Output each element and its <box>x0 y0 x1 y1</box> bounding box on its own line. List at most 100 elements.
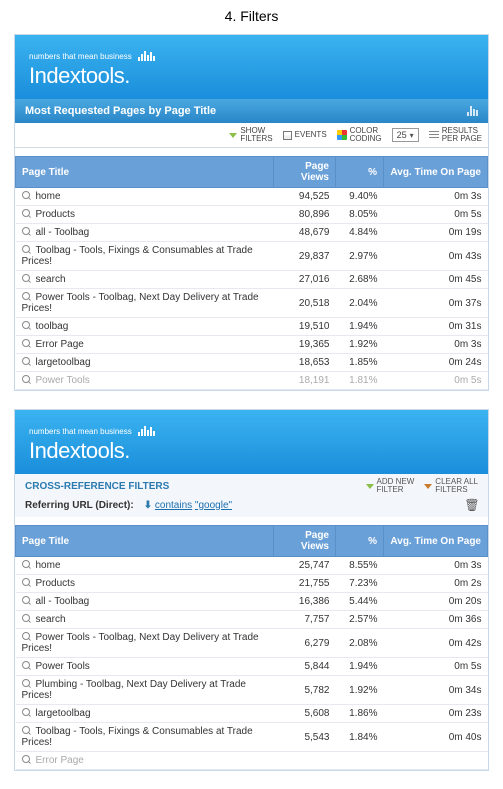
magnifier-icon <box>22 321 32 331</box>
add-filter-label: ADD NEW FILTER <box>377 478 415 494</box>
table-row[interactable]: search7,7572.57%0m 36s <box>16 611 488 629</box>
table-row[interactable]: largetoolbag5,6081.86%0m 23s <box>16 705 488 723</box>
table-row[interactable]: Power Tools18,1911.81%0m 5s <box>16 372 488 390</box>
report-panel-filtered: numbers that mean business Indextools. C… <box>14 409 489 771</box>
table-row[interactable]: Power Tools - Toolbag, Next Day Delivery… <box>16 629 488 658</box>
magnifier-icon <box>22 227 32 237</box>
cell-time: 0m 37s <box>384 289 488 318</box>
cell-pct: 2.97% <box>336 242 384 271</box>
cell-pct: 1.94% <box>336 658 384 676</box>
cell-title: Error Page <box>16 336 274 354</box>
table-row[interactable]: home94,5259.40%0m 3s <box>16 188 488 206</box>
table-row[interactable]: Plumbing - Toolbag, Next Day Delivery at… <box>16 676 488 705</box>
table-row[interactable]: Power Tools - Toolbag, Next Day Delivery… <box>16 289 488 318</box>
results-table: Page Title Page Views % Avg. Time On Pag… <box>15 525 488 770</box>
table-row[interactable]: Error Page <box>16 752 488 770</box>
delete-filter-button[interactable]: 🗑 <box>466 499 478 511</box>
cell-pct: 2.57% <box>336 611 384 629</box>
active-filter-row: Referring URL (Direct): ⬇ contains "goog… <box>15 496 488 517</box>
cell-views: 7,757 <box>274 611 336 629</box>
table-row[interactable]: home25,7478.55%0m 3s <box>16 557 488 575</box>
magnifier-icon <box>22 375 32 385</box>
calendar-icon <box>283 131 292 140</box>
filter-condition[interactable]: ⬇ contains "google" <box>144 500 232 511</box>
trash-icon: 🗑 <box>464 498 479 512</box>
magnifier-icon <box>22 245 32 255</box>
table-row[interactable]: Products80,8968.05%0m 5s <box>16 206 488 224</box>
col-avg-time[interactable]: Avg. Time On Page <box>384 526 488 557</box>
col-avg-time[interactable]: Avg. Time On Page <box>384 157 488 188</box>
cell-views: 25,747 <box>274 557 336 575</box>
cell-views: 16,386 <box>274 593 336 611</box>
table-row[interactable]: all - Toolbag16,3865.44%0m 20s <box>16 593 488 611</box>
cell-title: Plumbing - Toolbag, Next Day Delivery at… <box>16 676 274 705</box>
magnifier-icon <box>22 209 32 219</box>
logo-bars-icon <box>138 424 155 436</box>
cell-pct: 1.92% <box>336 336 384 354</box>
magnifier-icon <box>22 357 32 367</box>
cell-title: all - Toolbag <box>16 224 274 242</box>
cell-title: largetoolbag <box>16 705 274 723</box>
table-row[interactable]: Products21,7557.23%0m 2s <box>16 575 488 593</box>
table-row[interactable]: all - Toolbag48,6794.84%0m 19s <box>16 224 488 242</box>
col-page-views[interactable]: Page Views <box>274 526 336 557</box>
per-page-select[interactable]: 25▾ <box>392 128 419 142</box>
color-coding-button[interactable]: COLOR CODING <box>337 127 382 143</box>
cell-pct: 1.86% <box>336 705 384 723</box>
cell-views: 48,679 <box>274 224 336 242</box>
magnifier-icon <box>22 339 32 349</box>
col-page-title[interactable]: Page Title <box>16 157 274 188</box>
cell-time: 0m 20s <box>384 593 488 611</box>
cell-pct: 1.85% <box>336 354 384 372</box>
col-page-title[interactable]: Page Title <box>16 526 274 557</box>
table-row[interactable]: Toolbag - Tools, Fixings & Consumables a… <box>16 242 488 271</box>
cell-pct: 9.40% <box>336 188 384 206</box>
funnel-icon <box>229 133 237 138</box>
report-title-bar: Most Requested Pages by Page Title <box>15 99 488 123</box>
cell-views: 80,896 <box>274 206 336 224</box>
clear-filters-label: CLEAR ALL FILTERS <box>435 478 478 494</box>
cell-views: 20,518 <box>274 289 336 318</box>
cell-views: 27,016 <box>274 271 336 289</box>
magnifier-icon <box>22 191 32 201</box>
cell-time: 0m 3s <box>384 336 488 354</box>
table-row[interactable]: largetoolbag18,6531.85%0m 24s <box>16 354 488 372</box>
per-page-value: 25 <box>397 130 407 140</box>
col-page-views[interactable]: Page Views <box>274 157 336 188</box>
show-filters-label: SHOW FILTERS <box>240 127 272 143</box>
cell-views: 18,191 <box>274 372 336 390</box>
table-row[interactable]: search27,0162.68%0m 45s <box>16 271 488 289</box>
cell-time: 0m 36s <box>384 611 488 629</box>
table-row[interactable]: toolbag19,5101.94%0m 31s <box>16 318 488 336</box>
brand-banner: numbers that mean business Indextools. <box>15 410 488 474</box>
report-panel-unfiltered: numbers that mean business Indextools. M… <box>14 34 489 391</box>
cell-views: 6,279 <box>274 629 336 658</box>
cell-time: 0m 5s <box>384 658 488 676</box>
funnel-clear-icon <box>424 484 432 489</box>
tagline-text: numbers that mean business <box>29 52 132 61</box>
table-row[interactable]: Error Page19,3651.92%0m 3s <box>16 336 488 354</box>
brand-banner: numbers that mean business Indextools. <box>15 35 488 99</box>
page-heading: 4. Filters <box>0 0 503 30</box>
events-button[interactable]: EVENTS <box>283 131 327 140</box>
show-filters-button[interactable]: SHOW FILTERS <box>229 127 272 143</box>
tagline-text: numbers that mean business <box>29 427 132 436</box>
clear-filters-button[interactable]: CLEAR ALL FILTERS <box>424 478 478 494</box>
cell-time: 0m 3s <box>384 188 488 206</box>
table-row[interactable]: Toolbag - Tools, Fixings & Consumables a… <box>16 723 488 752</box>
col-percent[interactable]: % <box>336 157 384 188</box>
brand-name: Indextools. <box>29 63 474 89</box>
add-filter-button[interactable]: ADD NEW FILTER <box>366 478 415 494</box>
col-percent[interactable]: % <box>336 526 384 557</box>
cell-time <box>384 752 488 770</box>
cell-title: Products <box>16 575 274 593</box>
filter-field-label: Referring URL (Direct): <box>25 500 134 511</box>
cell-pct <box>336 752 384 770</box>
cell-title: Toolbag - Tools, Fixings & Consumables a… <box>16 242 274 271</box>
magnifier-icon <box>22 679 32 689</box>
cell-time: 0m 43s <box>384 242 488 271</box>
cell-title: Power Tools <box>16 372 274 390</box>
magnifier-icon <box>22 274 32 284</box>
table-row[interactable]: Power Tools5,8441.94%0m 5s <box>16 658 488 676</box>
cell-views: 29,837 <box>274 242 336 271</box>
